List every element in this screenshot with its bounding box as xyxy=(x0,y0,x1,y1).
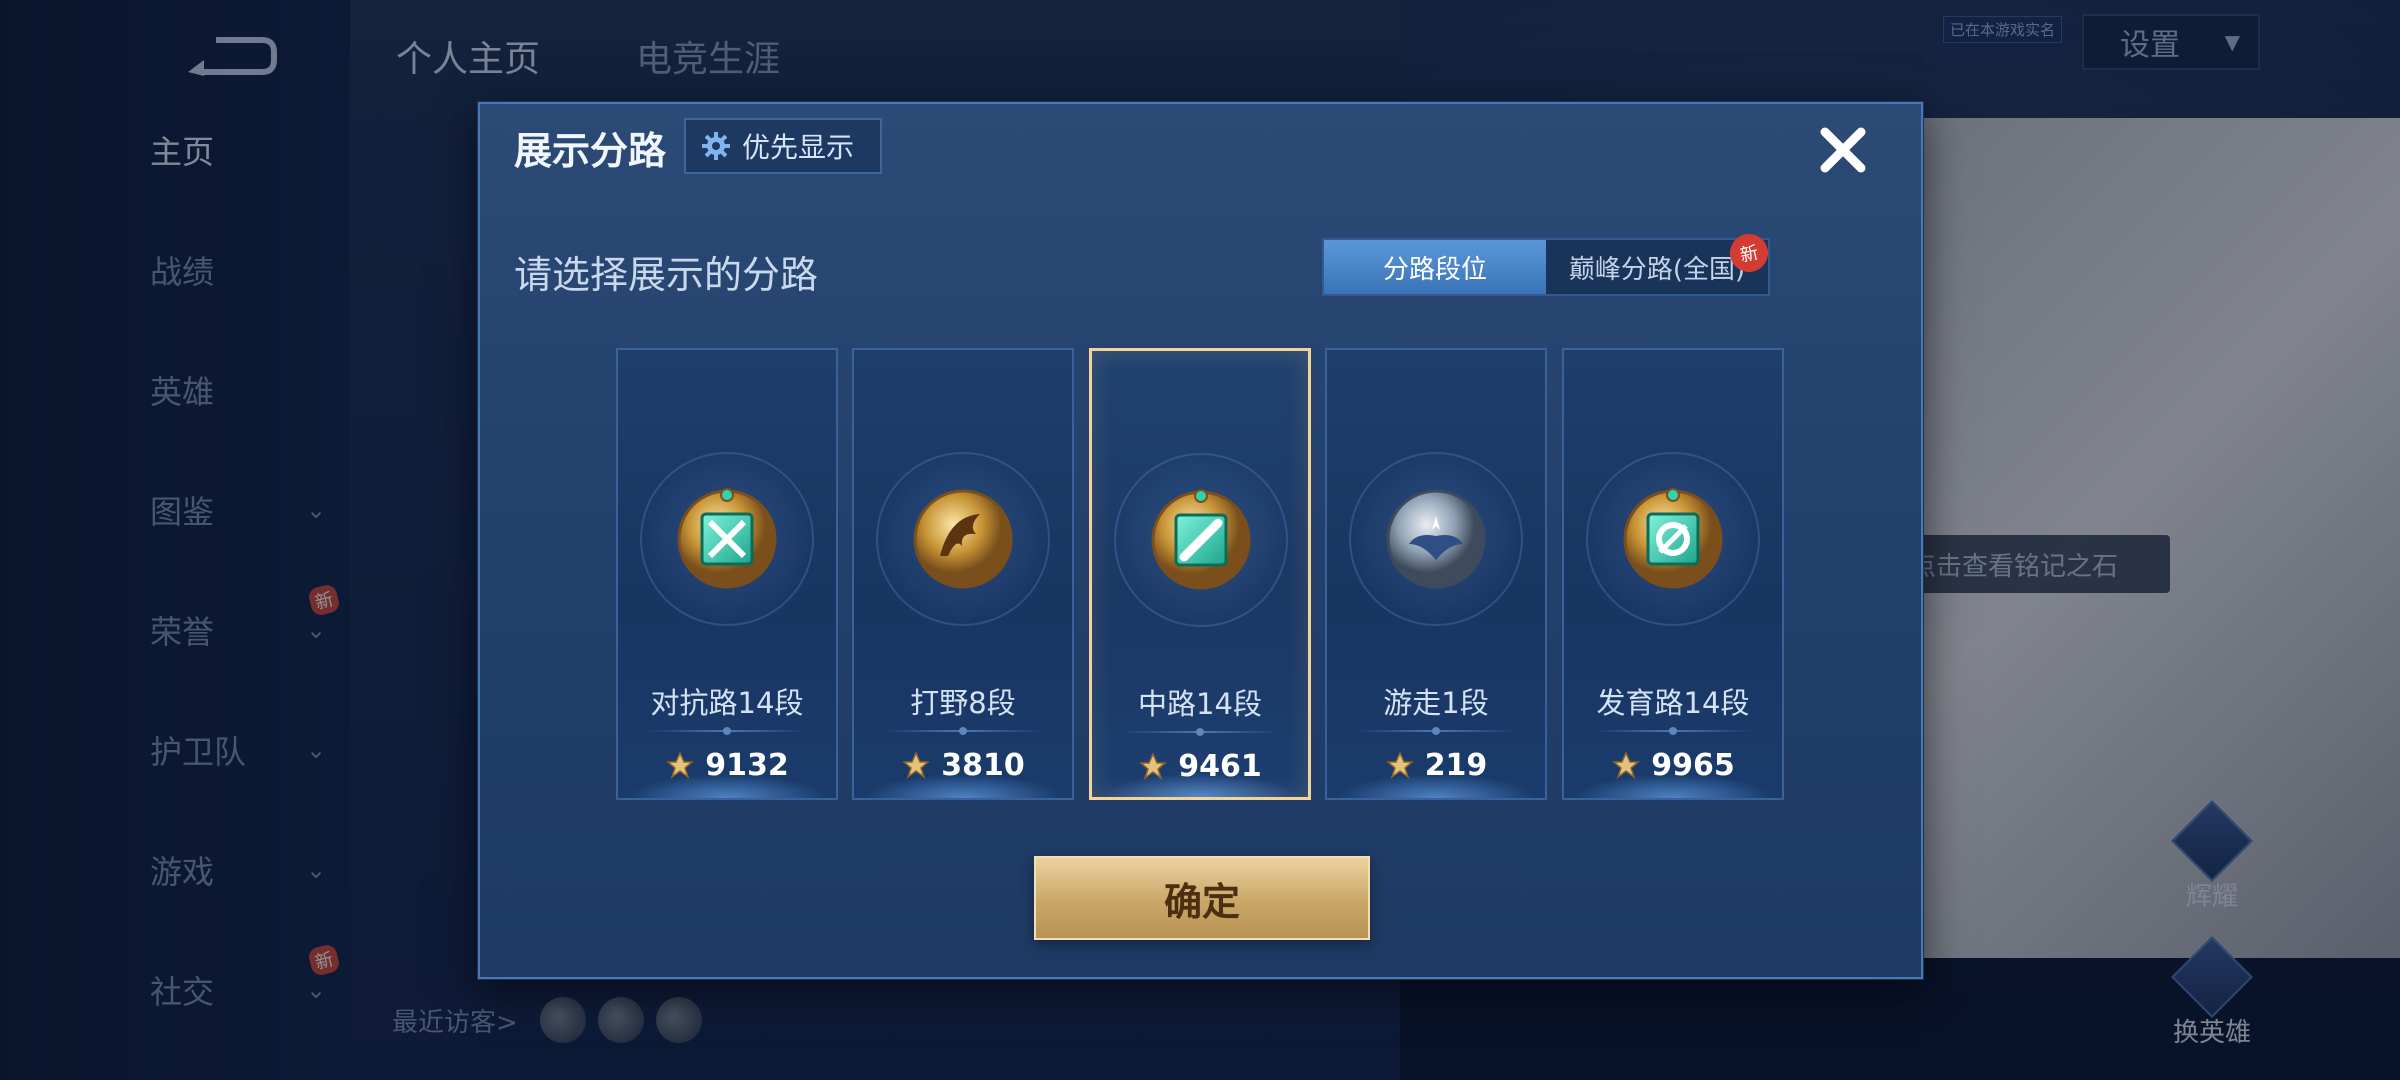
lane-name: 打野8段 xyxy=(910,686,1016,720)
farm-lane-emblem-icon xyxy=(1623,488,1723,589)
divider xyxy=(1357,727,1515,735)
clash-lane-emblem-icon xyxy=(677,488,777,589)
card-glow xyxy=(1574,774,1772,798)
dialog-prompt: 请选择展示的分路 xyxy=(514,253,819,297)
card-glow xyxy=(628,774,826,798)
confirm-button[interactable]: 确定 xyxy=(1034,856,1370,940)
lane-display-dialog: 展示分路 优先显示 请选择展示的分路 分路段位 巅峰分路(全国) 新 对抗路14… xyxy=(478,102,1923,979)
lane-name: 中路14段 xyxy=(1138,687,1262,721)
card-glow xyxy=(864,774,1062,798)
jungle-emblem-icon xyxy=(913,489,1013,589)
divider xyxy=(648,727,806,735)
divider xyxy=(884,727,1042,735)
lane-card[interactable]: 游走1段 219 xyxy=(1325,348,1547,800)
lane-name: 发育路14段 xyxy=(1596,686,1750,720)
segment-switch: 分路段位 巅峰分路(全国) 新 xyxy=(1322,230,1772,296)
close-icon xyxy=(1820,127,1866,173)
gear-icon xyxy=(702,132,730,160)
tab-peak-lane-label: 巅峰分路(全国) xyxy=(1568,254,1746,285)
priority-display-label: 优先显示 xyxy=(742,131,855,164)
roam-emblem-icon xyxy=(1386,489,1486,589)
divider xyxy=(1594,727,1752,735)
tab-lane-rank[interactable]: 分路段位 xyxy=(1324,240,1546,294)
divider xyxy=(1122,728,1278,736)
priority-display-button[interactable]: 优先显示 xyxy=(684,118,882,174)
dialog-title: 展示分路 xyxy=(514,129,667,173)
lane-card[interactable]: 中路14段 9461 xyxy=(1089,348,1311,800)
card-glow xyxy=(1337,774,1535,798)
mid-lane-emblem-icon xyxy=(1151,489,1251,590)
card-glow xyxy=(1102,773,1298,797)
close-button[interactable] xyxy=(1813,120,1873,180)
lane-card[interactable]: 对抗路14段 9132 xyxy=(616,348,838,800)
lane-card[interactable]: 打野8段 3810 xyxy=(852,348,1074,800)
lane-name: 对抗路14段 xyxy=(650,686,804,720)
lane-card[interactable]: 发育路14段 9965 xyxy=(1562,348,1784,800)
tab-peak-lane[interactable]: 巅峰分路(全国) 新 xyxy=(1546,230,1772,294)
lane-name: 游走1段 xyxy=(1383,686,1489,720)
